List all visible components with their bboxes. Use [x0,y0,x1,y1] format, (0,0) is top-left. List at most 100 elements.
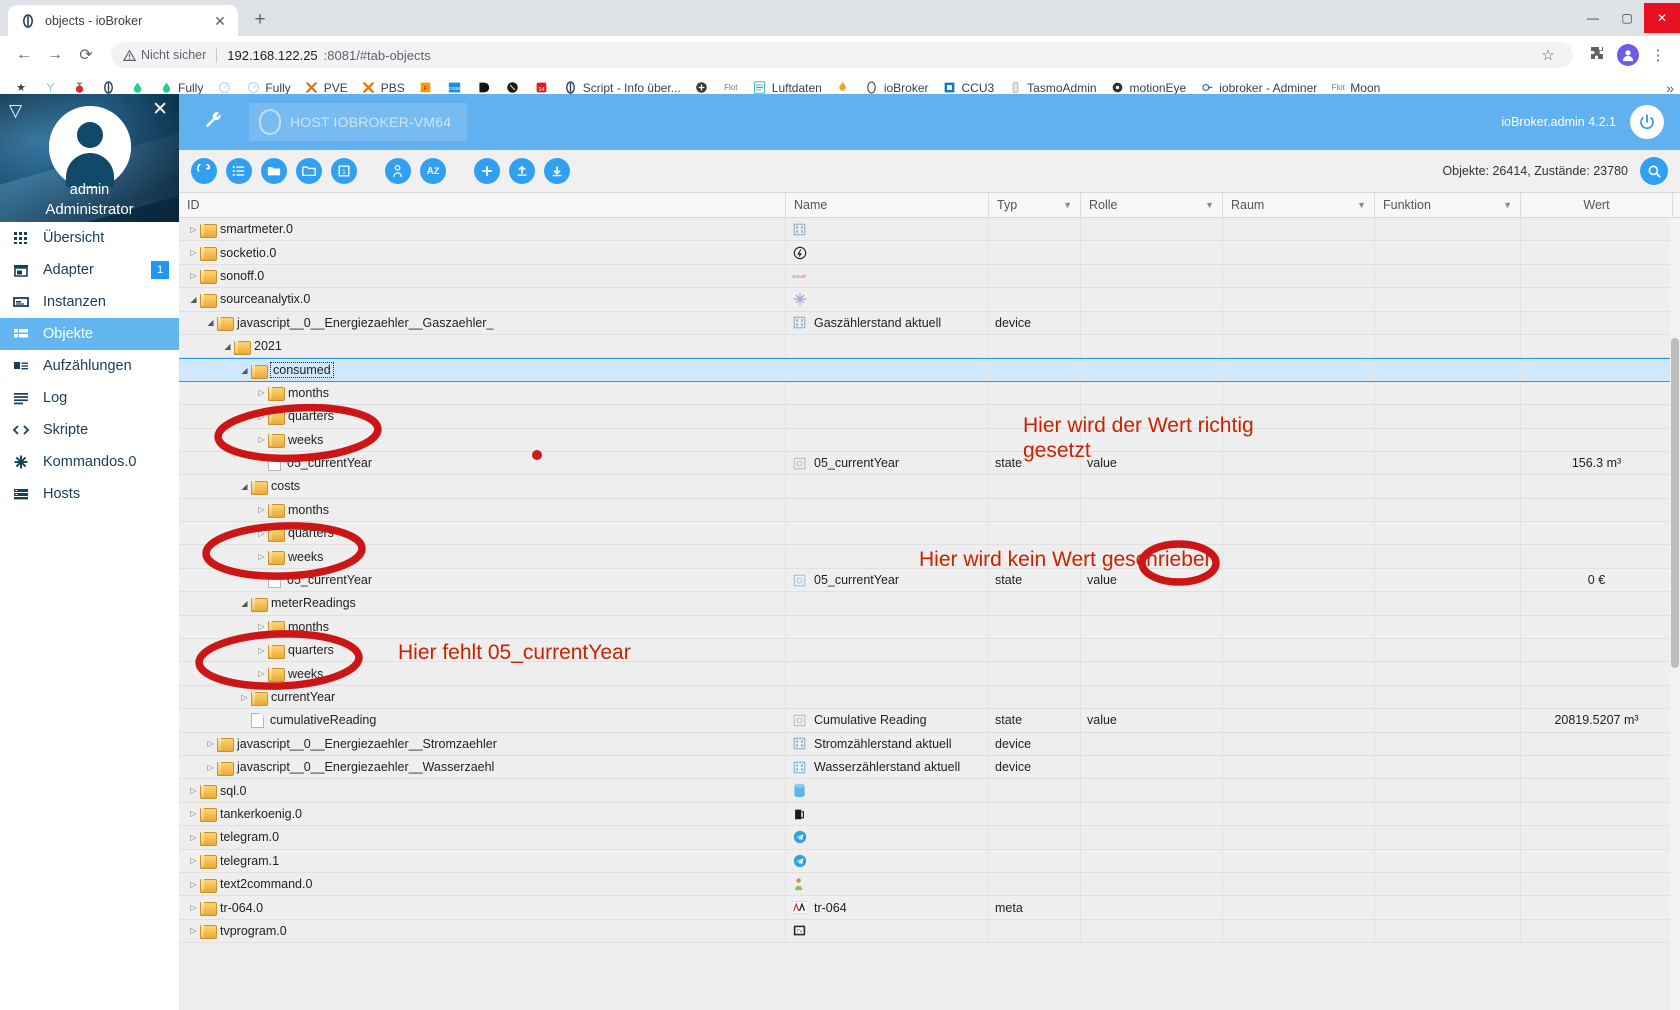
table-row[interactable]: ◢meterReadings [179,592,1680,615]
twisty-closed-icon[interactable]: ▷ [187,880,200,889]
sidebar-item-log[interactable]: Log [0,382,179,414]
table-row[interactable]: 05_currentYear05_currentYearstatevalue0 … [179,569,1680,592]
search-icon[interactable] [1640,157,1668,185]
twisty-closed-icon[interactable]: ▷ [187,926,200,935]
twisty-closed-icon[interactable]: ▷ [255,622,268,631]
table-row[interactable]: ▷months [179,382,1680,405]
table-row[interactable]: ▷javascript__0__Energiezaehler__Stromzae… [179,733,1680,756]
column-header-raum[interactable]: Raum▼ [1223,193,1375,217]
expand-folders-button[interactable] [296,158,322,184]
column-header-wert[interactable]: Wert [1521,193,1673,217]
sidebar-item-aufzaehlungen[interactable]: Aufzählungen [0,350,179,382]
reload-icon[interactable]: ⟳ [72,41,100,69]
expand-all-button[interactable] [226,158,252,184]
column-header-typ[interactable]: Typ▼ [989,193,1081,217]
twisty-closed-icon[interactable]: ▷ [238,693,251,702]
twisty-closed-icon[interactable]: ▷ [187,903,200,912]
power-icon[interactable] [1630,105,1664,139]
twisty-closed-icon[interactable]: ▷ [255,646,268,655]
table-row[interactable]: ◢sourceanalytix.0 [179,288,1680,311]
browser-menu-icon[interactable]: ⋮ [1646,46,1670,64]
collapse-folders-button[interactable] [261,158,287,184]
level-one-button[interactable]: 1 [331,158,357,184]
table-row[interactable]: ◢costs [179,475,1680,498]
twisty-open-icon[interactable]: ◢ [221,342,234,351]
vertical-scrollbar[interactable] [1670,218,1680,1010]
twisty-closed-icon[interactable]: ▷ [204,739,217,748]
twisty-open-icon[interactable]: ◢ [238,599,251,608]
expert-mode-button[interactable] [385,158,411,184]
twisty-closed-icon[interactable]: ▷ [187,271,200,280]
scrollbar-thumb[interactable] [1671,338,1679,668]
table-row[interactable]: ▷tr-064.0tr-064meta [179,896,1680,919]
host-selector[interactable]: HOST IOBROKER-VM64 [249,103,467,141]
twisty-closed-icon[interactable]: ▷ [187,786,200,795]
twisty-closed-icon[interactable]: ▷ [255,529,268,538]
address-bar[interactable]: Nicht sicher 192.168.122.25:8081/#tab-ob… [111,42,1573,68]
collapse-icon[interactable]: ▽ [9,102,22,119]
sidebar-item-objekte[interactable]: Objekte [0,318,179,350]
twisty-closed-icon[interactable]: ▷ [187,225,200,234]
table-row[interactable]: ▷quarters [179,405,1680,428]
table-row[interactable]: ▷currentYear [179,686,1680,709]
window-close-button[interactable]: ✕ [1644,3,1680,33]
column-header-einstellung[interactable]: Einstellur▼ [1673,193,1680,217]
table-row[interactable]: ◢consumed [179,358,1680,381]
minimize-button[interactable]: — [1576,3,1610,33]
table-row[interactable]: ▷socketio.0 [179,241,1680,264]
column-header-name[interactable]: Name [786,193,989,217]
security-indicator[interactable]: Nicht sicher [123,48,206,62]
twisty-open-icon[interactable]: ◢ [187,295,200,304]
table-row[interactable]: ▷tvprogram.0TV [179,920,1680,943]
column-header-id[interactable]: ID [179,193,786,217]
twisty-closed-icon[interactable]: ▷ [255,505,268,514]
maximize-button[interactable]: ▢ [1610,3,1644,33]
twisty-closed-icon[interactable]: ▷ [204,763,217,772]
table-row[interactable]: ▷sql.0 [179,779,1680,802]
browser-tab[interactable]: objects - ioBroker ✕ [8,5,238,36]
forward-icon[interactable]: → [41,41,69,69]
sidebar-item-hosts[interactable]: Hosts [0,478,179,510]
new-tab-button[interactable]: + [246,6,274,34]
table-row[interactable]: ▷text2command.0 [179,873,1680,896]
add-object-button[interactable] [474,158,500,184]
table-row[interactable]: ▷javascript__0__Energiezaehler__Wasserza… [179,756,1680,779]
close-icon[interactable]: ✕ [212,13,228,29]
table-row[interactable]: 05_currentYear05_currentYearstatevalue15… [179,452,1680,475]
sidebar-item-instanzen[interactable]: Instanzen [0,286,179,318]
extensions-icon[interactable] [1584,45,1610,65]
sidebar-item-kommandos[interactable]: Kommandos.0 [0,446,179,478]
table-row[interactable]: ▷weeks [179,662,1680,685]
table-row[interactable]: ▷quarters [179,522,1680,545]
twisty-open-icon[interactable]: ◢ [204,318,217,327]
column-header-rolle[interactable]: Rolle▼ [1081,193,1223,217]
sidebar-item-uebersicht[interactable]: Übersicht [0,222,179,254]
back-icon[interactable]: ← [10,41,38,69]
twisty-closed-icon[interactable]: ▷ [255,388,268,397]
wrench-icon[interactable] [195,111,231,133]
export-button[interactable] [544,158,570,184]
sidebar-item-skripte[interactable]: Skripte [0,414,179,446]
table-row[interactable]: ▷telegram.0 [179,826,1680,849]
table-row[interactable]: ▷smartmeter.0 [179,218,1680,241]
twisty-closed-icon[interactable]: ▷ [255,435,268,444]
table-row[interactable]: ▷months [179,616,1680,639]
sort-az-button[interactable]: AZ [420,158,446,184]
twisty-open-icon[interactable]: ◢ [238,366,251,375]
twisty-closed-icon[interactable]: ▷ [187,856,200,865]
twisty-open-icon[interactable]: ◢ [238,482,251,491]
refresh-button[interactable] [191,158,217,184]
table-row[interactable]: ▷months [179,499,1680,522]
twisty-closed-icon[interactable]: ▷ [255,412,268,421]
import-button[interactable] [509,158,535,184]
close-icon[interactable]: ✕ [152,100,168,119]
table-row[interactable]: ▷quarters [179,639,1680,662]
twisty-closed-icon[interactable]: ▷ [187,809,200,818]
bookmark-star-icon[interactable]: ☆ [1535,46,1561,64]
twisty-closed-icon[interactable]: ▷ [255,552,268,561]
profile-avatar[interactable] [1617,44,1639,66]
table-row[interactable]: cumulativeReadingCumulative Readingstate… [179,709,1680,732]
table-row[interactable]: ▷tankerkoenig.0 [179,803,1680,826]
table-row[interactable]: ◢javascript__0__Energiezaehler__Gaszaehl… [179,312,1680,335]
table-row[interactable]: ▷weeks [179,545,1680,568]
